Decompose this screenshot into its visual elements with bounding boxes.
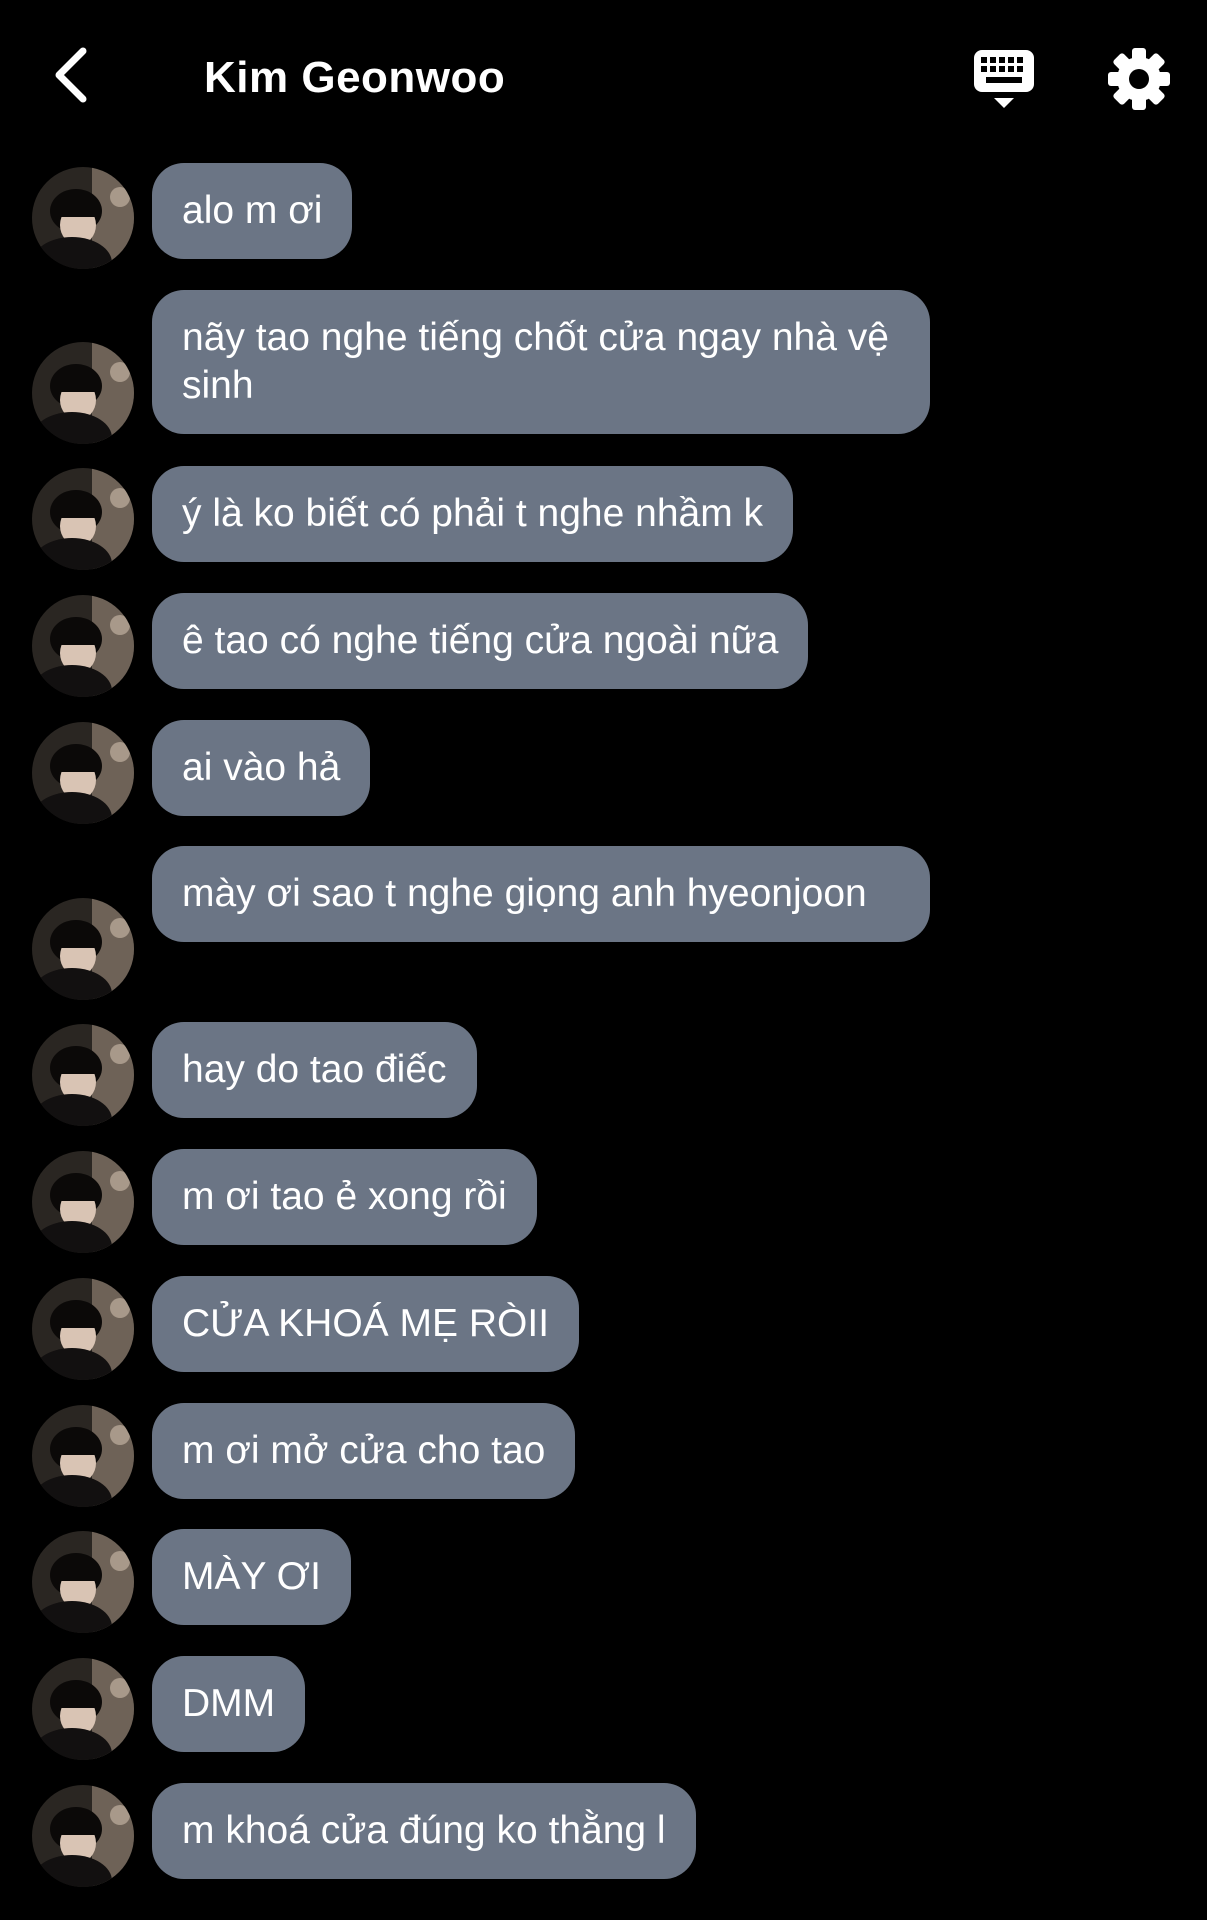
message-bubble[interactable]: m ơi mở cửa cho tao — [152, 1403, 576, 1499]
avatar-image — [32, 468, 134, 570]
avatar-image — [32, 1278, 134, 1380]
avatar[interactable] — [32, 1785, 134, 1887]
avatar-image — [32, 1024, 134, 1126]
message-bubble[interactable]: ê tao có nghe tiếng cửa ngoài nữa — [152, 593, 809, 689]
avatar-image — [32, 595, 134, 697]
message-bubble[interactable]: alo m ơi — [152, 163, 353, 259]
avatar-image — [32, 167, 134, 269]
chevron-left-icon — [55, 47, 87, 103]
avatar[interactable] — [32, 1658, 134, 1760]
message-bubble[interactable]: MÀY ƠI — [152, 1529, 351, 1625]
keyboard-icon — [974, 50, 1034, 108]
avatar[interactable] — [32, 1151, 134, 1253]
message-bubble[interactable]: mày ơi sao t nghe giọng anh hyeonjoon — [152, 846, 930, 942]
message-bubble[interactable]: ý là ko biết có phải t nghe nhầm k — [152, 466, 794, 562]
avatar-image — [32, 1658, 134, 1760]
message-bubble[interactable]: DMM — [152, 1656, 306, 1752]
avatar-image — [32, 1531, 134, 1633]
avatar[interactable] — [32, 1531, 134, 1633]
avatar[interactable] — [32, 167, 134, 269]
avatar[interactable] — [32, 342, 134, 444]
avatar-image — [32, 1785, 134, 1887]
chat-title: Kim Geonwoo — [204, 53, 506, 102]
keyboard-button[interactable] — [970, 46, 1038, 112]
avatar-image — [32, 898, 134, 1000]
chat-header: Kim Geonwoo — [0, 0, 1207, 150]
settings-button[interactable] — [1104, 44, 1174, 114]
avatar-image — [32, 342, 134, 444]
avatar[interactable] — [32, 1024, 134, 1126]
message-bubble[interactable]: hay do tao điếc — [152, 1022, 477, 1118]
message-bubble[interactable]: m ơi tao ẻ xong rồi — [152, 1149, 537, 1245]
avatar[interactable] — [32, 1405, 134, 1507]
message-bubble[interactable]: ai vào hả — [152, 720, 371, 816]
avatar-image — [32, 1151, 134, 1253]
avatar[interactable] — [32, 722, 134, 824]
avatar[interactable] — [32, 1278, 134, 1380]
back-button[interactable] — [36, 40, 106, 110]
avatar[interactable] — [32, 595, 134, 697]
avatar-image — [32, 1405, 134, 1507]
message-bubble[interactable]: m khoá cửa đúng ko thằng l — [152, 1783, 696, 1879]
avatar[interactable] — [32, 898, 134, 1000]
message-bubble[interactable]: nãy tao nghe tiếng chốt cửa ngay nhà vệ … — [152, 290, 930, 434]
avatar[interactable] — [32, 468, 134, 570]
avatar-image — [32, 722, 134, 824]
message-bubble[interactable]: CỬA KHOÁ MẸ RÒII — [152, 1276, 580, 1372]
gear-icon — [1108, 48, 1170, 110]
